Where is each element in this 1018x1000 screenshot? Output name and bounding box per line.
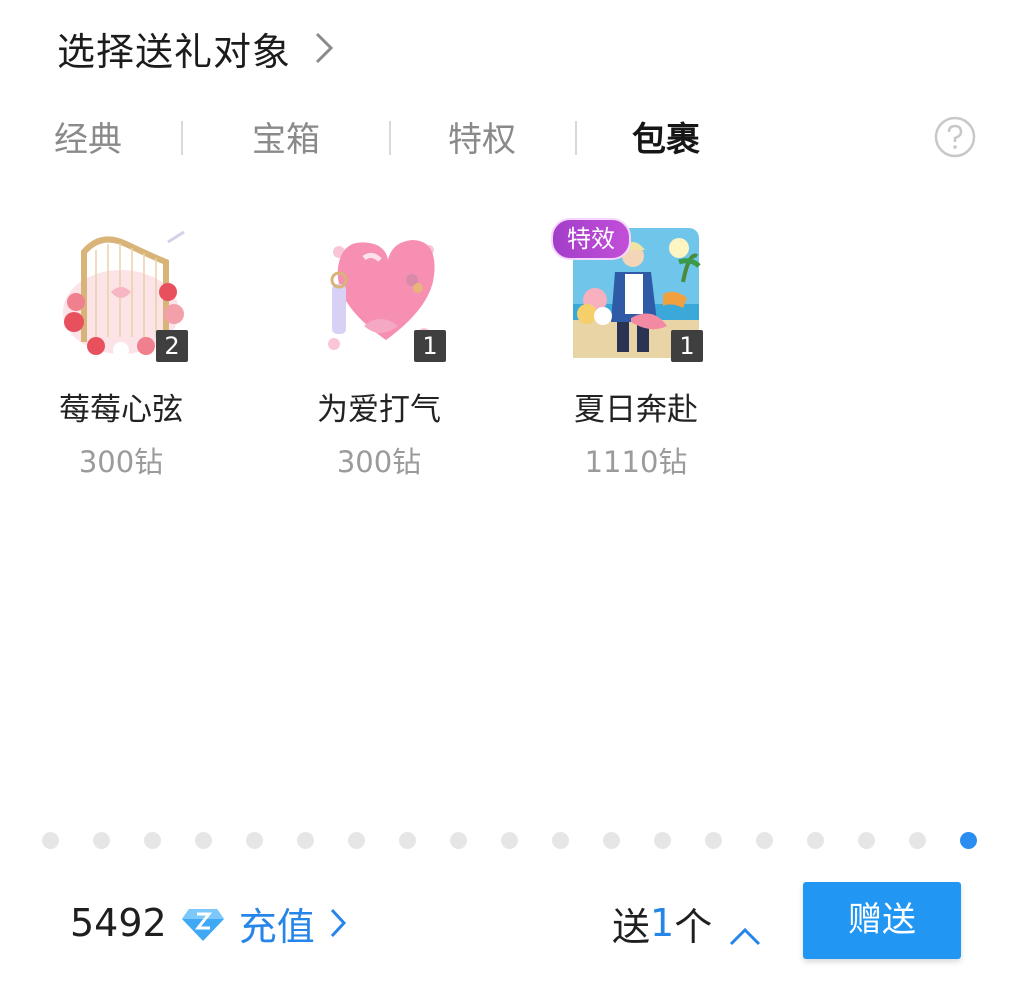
gift-item[interactable]: 特效 1 夏日奔赴 1110钻 (551, 218, 716, 481)
gift-item[interactable]: 2 莓莓心弦 300钻 (41, 222, 201, 481)
diamond-balance: 5492 (70, 901, 167, 945)
gift-count-badge: 2 (156, 330, 188, 362)
gift-item[interactable]: 1 为爱打气 300钻 (299, 222, 459, 481)
special-effect-badge: 特效 (551, 218, 631, 260)
gift-name: 为爱打气 (317, 392, 441, 428)
page-dot (42, 832, 59, 849)
page-dot (297, 832, 314, 849)
page-dot (93, 832, 110, 849)
gift-tabs: 经典 宝箱 特权 包裹 (0, 110, 1018, 170)
send-quantity-selector[interactable]: 送 1 个 (612, 895, 762, 951)
page-dot (501, 832, 518, 849)
gift-price: 300钻 (336, 445, 422, 479)
chevron-up-icon[interactable] (728, 912, 762, 946)
page-dot (807, 832, 824, 849)
gift-image-harp: 2 (56, 222, 188, 362)
gift-name: 莓莓心弦 (59, 392, 183, 428)
balance-area: 5492 充值 (70, 895, 347, 951)
page-indicator (0, 832, 1018, 850)
recharge-link[interactable]: 充值 (239, 896, 315, 951)
tab-divider (389, 121, 391, 155)
gift-image-summer: 特效 1 (551, 218, 703, 362)
tab-privilege[interactable]: 特权 (448, 110, 516, 170)
page-dot (603, 832, 620, 849)
chevron-right-icon[interactable] (329, 907, 347, 939)
send-quantity: 1 (650, 901, 675, 945)
page-dot (858, 832, 875, 849)
page-dot (960, 832, 977, 849)
page-dot (756, 832, 773, 849)
tab-classic[interactable]: 经典 (54, 110, 122, 170)
gift-image-heart: 1 (314, 222, 446, 362)
gift-price: 1110钻 (584, 445, 688, 479)
page-dot (654, 832, 671, 849)
page-dot (246, 832, 263, 849)
page-dot (144, 832, 161, 849)
tab-backpack[interactable]: 包裹 (632, 110, 700, 170)
page-dot (348, 832, 365, 849)
page-dot (552, 832, 569, 849)
chevron-right-icon (313, 28, 339, 68)
send-prefix: 送 (612, 904, 651, 949)
tab-divider (181, 121, 183, 155)
diamond-icon (181, 903, 225, 943)
gift-count-badge: 1 (671, 330, 703, 362)
gift-price: 300钻 (78, 445, 164, 479)
page-dot (909, 832, 926, 849)
tab-treasure-box[interactable]: 宝箱 (252, 110, 320, 170)
tab-divider (575, 121, 577, 155)
gift-name: 夏日奔赴 (574, 392, 698, 428)
page-dot (705, 832, 722, 849)
page-dot (195, 832, 212, 849)
send-suffix: 个 (674, 904, 713, 949)
page-dot (399, 832, 416, 849)
give-gift-button[interactable]: 赠送 (803, 882, 961, 959)
help-circle-icon[interactable] (934, 116, 976, 158)
gift-target-header[interactable]: 选择送礼对象 (57, 18, 339, 78)
gift-count-badge: 1 (414, 330, 446, 362)
page-title: 选择送礼对象 (57, 29, 292, 74)
page-dot (450, 832, 467, 849)
